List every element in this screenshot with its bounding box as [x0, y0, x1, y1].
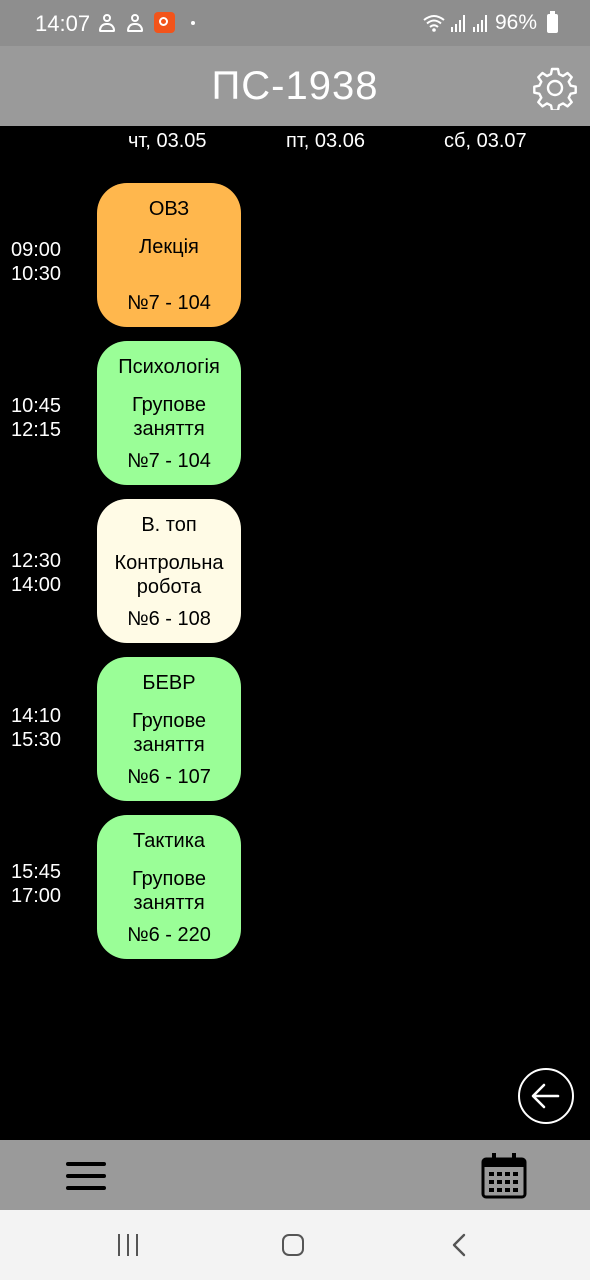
lesson-room: №6 - 107 [127, 766, 211, 788]
lesson-type: Групове заняття [131, 710, 207, 756]
end-time: 14:00 [11, 574, 62, 596]
end-time: 10:30 [11, 263, 62, 285]
lesson-card[interactable]: ОВЗ Лекція №7 - 104 [97, 183, 241, 327]
lesson-time: 14:10 15:30 [11, 704, 61, 752]
lesson-time: 15:45 17:00 [11, 860, 61, 908]
lesson-subject: ОВЗ [148, 198, 190, 220]
end-time: 12:15 [11, 419, 62, 441]
start-time: 10:45 [11, 395, 62, 417]
lesson-card[interactable]: В. топ Контрольна робота №6 - 108 [97, 499, 241, 643]
bottom-toolbar [0, 1140, 590, 1210]
lesson-card[interactable]: Психологія Групове заняття №7 - 104 [97, 341, 241, 485]
lesson-type: Групове заняття [131, 868, 207, 914]
start-time: 14:10 [11, 705, 62, 727]
dot-icon [191, 20, 195, 25]
notification-icons [98, 12, 195, 33]
start-time: 09:00 [11, 239, 62, 261]
day-header: чт, 03.05 [128, 130, 207, 152]
app-notification-icon [154, 12, 175, 33]
signal-icon [450, 15, 465, 32]
start-time: 12:30 [11, 550, 62, 572]
status-right: 96% [423, 10, 558, 35]
lesson-card[interactable]: Тактика Групове заняття №6 - 220 [97, 815, 241, 959]
person-icon [98, 13, 116, 33]
end-time: 17:00 [11, 885, 62, 907]
status-time: 14:07 [35, 11, 91, 36]
battery-icon [547, 10, 558, 33]
app-bar: ПС-1938 [0, 46, 590, 126]
person-icon [126, 13, 144, 33]
lesson-room: №6 - 108 [127, 608, 211, 630]
day-header: пт, 03.06 [286, 130, 365, 152]
page-title: ПС-1938 [211, 64, 379, 108]
lesson-type: Групове заняття [131, 394, 207, 440]
hamburger-menu-icon[interactable] [66, 1160, 106, 1192]
lesson-subject: Психологія [118, 356, 220, 378]
lesson-subject: В. топ [141, 514, 197, 536]
lesson-subject: Тактика [132, 830, 206, 852]
status-bar: 14:07 96% [0, 0, 590, 46]
recent-apps-icon[interactable] [118, 1234, 140, 1256]
battery-percent: 96% [494, 11, 537, 34]
system-nav-bar [0, 1210, 590, 1280]
lesson-time: 12:30 14:00 [11, 549, 61, 597]
lesson-subject: БЕВР [142, 672, 196, 694]
lesson-time: 09:00 10:30 [11, 238, 61, 286]
lesson-card[interactable]: БЕВР Групове заняття №6 - 107 [97, 657, 241, 801]
start-time: 15:45 [11, 861, 62, 883]
wifi-icon [423, 15, 445, 32]
calendar-icon[interactable] [480, 1152, 528, 1200]
lesson-room: №6 - 220 [127, 924, 211, 946]
end-time: 15:30 [11, 729, 62, 751]
lesson-room: №7 - 104 [127, 292, 211, 314]
arrow-left-icon [531, 1083, 560, 1109]
signal-icon [472, 15, 487, 32]
gear-icon[interactable] [533, 66, 577, 110]
home-icon[interactable] [282, 1234, 304, 1256]
lesson-type: Контрольна робота [114, 552, 224, 598]
lesson-time: 10:45 12:15 [11, 394, 61, 442]
lesson-room: №7 - 104 [127, 450, 211, 472]
back-icon[interactable] [450, 1233, 470, 1257]
back-button[interactable] [518, 1068, 574, 1124]
day-header: сб, 03.07 [444, 130, 527, 152]
lesson-type: Лекція [139, 236, 199, 258]
